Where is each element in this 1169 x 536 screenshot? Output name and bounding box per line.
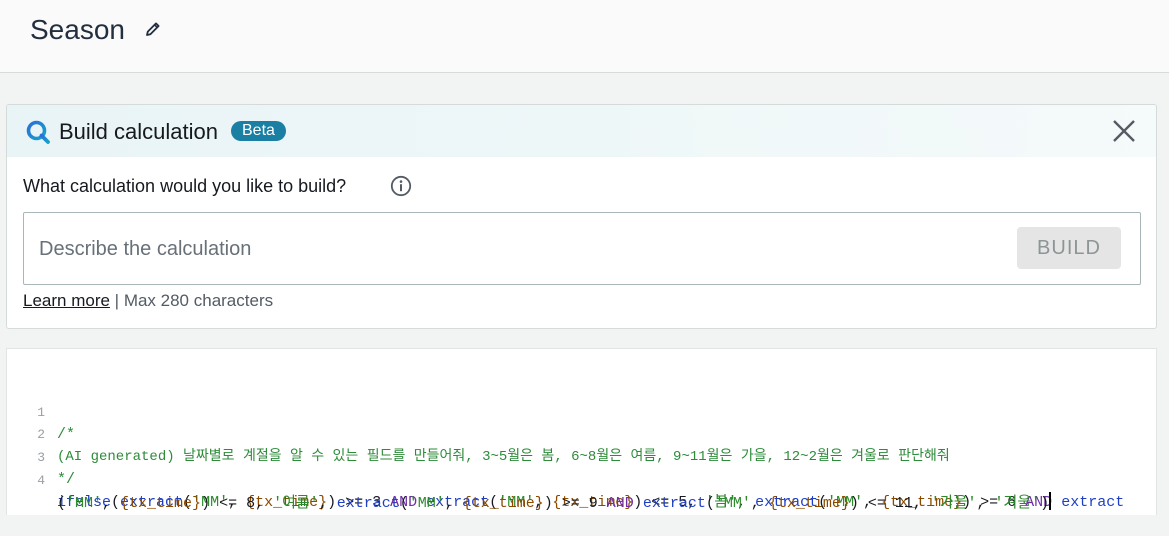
text-token: ,: [318, 495, 337, 512]
string-token: '여름': [273, 495, 319, 512]
text-cursor: [1049, 492, 1052, 510]
text-token: ) <= 8,: [201, 495, 274, 512]
max-characters-text: Max 280 characters: [123, 291, 274, 310]
q-search-icon: [26, 120, 50, 144]
code-line: 3 */: [7, 425, 75, 488]
info-icon[interactable]: [390, 175, 412, 197]
page-title: Season: [30, 14, 125, 45]
keyword-token: AND: [606, 495, 634, 512]
text-token: ) >= 9: [543, 495, 607, 512]
text-token: ) <= 11,: [849, 495, 931, 512]
field-token: {tx_time}: [462, 495, 544, 512]
calculation-input-container: BUILD: [23, 212, 1141, 285]
string-token: '겨울': [994, 495, 1041, 512]
function-token: extract: [642, 495, 706, 512]
string-token: 'MM': [408, 495, 445, 512]
text-token: ,: [976, 495, 995, 512]
close-icon[interactable]: [1112, 119, 1136, 143]
code-text: /*: [57, 426, 76, 443]
helper-separator: |: [109, 291, 124, 310]
field-token: {tx_time}: [120, 495, 202, 512]
learn-more-link[interactable]: Learn more: [23, 291, 110, 310]
string-token: 'MM': [66, 495, 103, 512]
code-line: 2 (AI generated) 날짜별로 계절을 알 수 있는 필드를 만들어…: [7, 402, 950, 465]
pencil-icon[interactable]: [144, 20, 162, 38]
text-token: ,: [102, 495, 121, 512]
code-text: (AI generated) 날짜별로 계절을 알 수 있는 필드를 만들어줘,…: [57, 449, 950, 465]
build-calculation-panel: Build calculation Beta What calculation …: [6, 104, 1157, 329]
text-token: (: [399, 495, 409, 512]
code-line: 4 ifelse(extract('MM', {tx_time}) >= 3 A…: [7, 448, 1124, 511]
describe-calculation-input[interactable]: [37, 231, 1001, 267]
text-token: (: [705, 495, 715, 512]
panel-title: Build calculation: [59, 119, 218, 144]
formula-editor[interactable]: 1 /* 2 (AI generated) 날짜별로 계절을 알 수 있는 필드…: [6, 348, 1157, 515]
code-text-continued: ('MM', {tx_time}) <= 8, '여름', extract('M…: [57, 492, 1052, 515]
helper-text: Learn more | Max 280 characters: [23, 291, 273, 311]
function-token: extract: [336, 495, 400, 512]
calculation-question-label: What calculation would you like to build…: [23, 176, 347, 196]
text-token: ,: [750, 495, 769, 512]
string-token: 'MM': [714, 495, 751, 512]
string-token: '가을': [930, 495, 977, 512]
code-text: */: [57, 471, 76, 488]
text-token: ): [1040, 495, 1050, 512]
beta-badge: Beta: [231, 121, 286, 141]
function-token: extract: [1061, 494, 1125, 511]
code-line-wrapped: ('MM', {tx_time}) <= 8, '여름', extract('M…: [7, 470, 1052, 512]
text-token: ,: [444, 495, 463, 512]
text-token: (: [57, 495, 67, 512]
code-line: 1 /*: [7, 380, 75, 443]
build-button[interactable]: BUILD: [1017, 227, 1121, 269]
panel-header: Build calculation Beta: [7, 105, 1156, 157]
page-header: Season: [0, 0, 1169, 73]
field-token: {tx_time}: [768, 495, 850, 512]
